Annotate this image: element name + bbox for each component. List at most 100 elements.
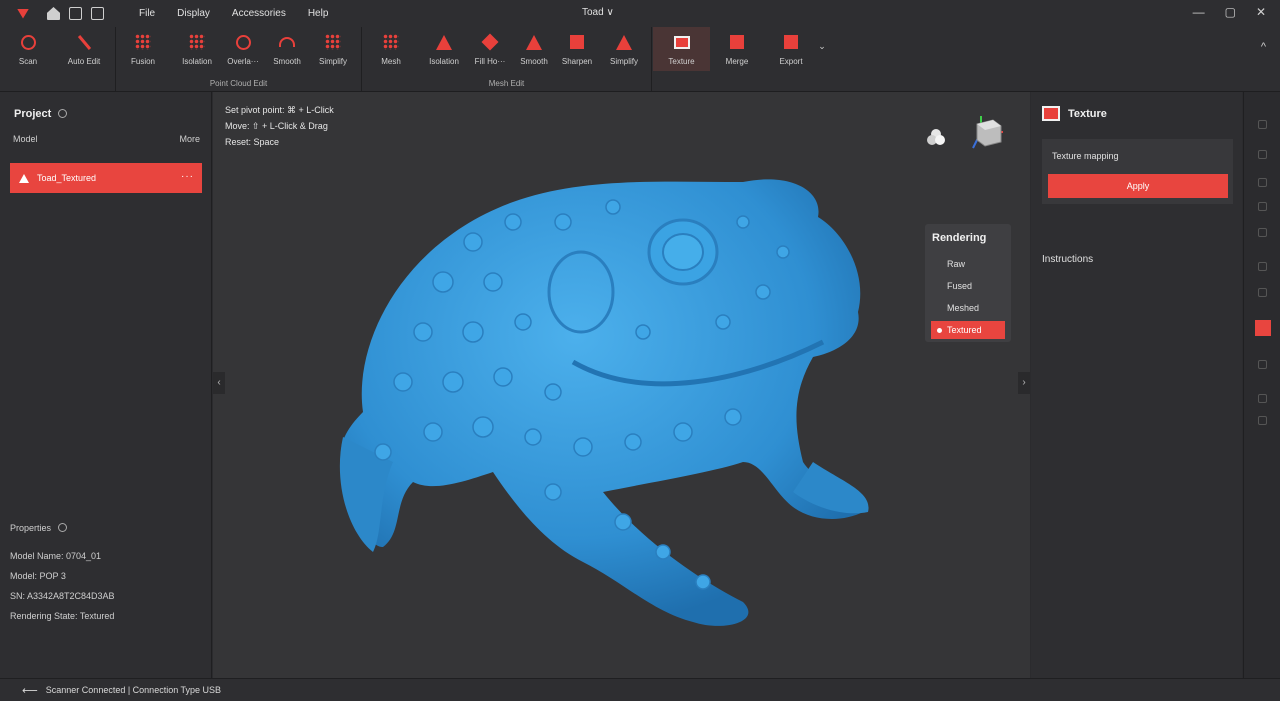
new-project-icon[interactable]	[69, 7, 82, 20]
model-name: Toad_Textured	[37, 173, 97, 183]
more-header: More	[179, 134, 200, 144]
menu-display[interactable]: Display	[166, 8, 221, 19]
mesh-edit-label: Mesh Edit	[488, 79, 525, 88]
warning-icon	[19, 173, 29, 183]
hint-reset: Reset: Space	[225, 137, 280, 147]
menu-help[interactable]: Help	[297, 8, 340, 19]
right-tool-rail	[1243, 92, 1280, 678]
color-swatch-icon[interactable]	[1255, 320, 1271, 336]
tools-group: Texture Merge Export ⌄	[652, 27, 842, 91]
rail-icon-7[interactable]	[1258, 288, 1267, 297]
prop-model: Model: POP 3	[10, 571, 66, 581]
rendering-option-meshed[interactable]: Meshed	[931, 299, 1005, 317]
rendering-title: Rendering	[932, 232, 987, 244]
texture-mapping-card: Texture mapping Apply	[1042, 139, 1233, 204]
hint-pivot: Set pivot point: ⌘ + L-Click	[225, 105, 334, 115]
rendering-panel: Rendering Raw Fused Meshed Textured	[925, 224, 1011, 342]
prop-rendering-state: Rendering State: Textured	[10, 611, 115, 621]
mesh-simplify-icon	[616, 34, 632, 50]
rendering-option-textured[interactable]: Textured	[931, 321, 1005, 339]
smooth-icon	[279, 37, 295, 47]
menu-bar: File Display Accessories Help	[128, 8, 339, 19]
back-arrow-icon[interactable]: ⟵	[22, 684, 38, 697]
properties-title: Properties	[10, 523, 68, 533]
project-panel: Project Model More Toad_Textured ··· Pro…	[0, 92, 212, 678]
pc-simplify-button[interactable]: Simplify	[306, 31, 360, 73]
status-bar: ⟵ Scanner Connected | Connection Type US…	[0, 678, 1280, 701]
ribbon-toolbar: Scan Auto Edit Fusion Isolation Overla··…	[0, 27, 1280, 92]
mesh-edit-group: Mesh Isolation Fill Ho··· Smooth Sharpen…	[362, 27, 652, 91]
collapse-right-panel-button[interactable]: ›	[1018, 372, 1030, 394]
sharpen-icon	[570, 35, 584, 49]
rail-icon-1[interactable]	[1258, 120, 1267, 129]
menu-file[interactable]: File	[128, 8, 166, 19]
window-title[interactable]: Toad ∨	[582, 7, 614, 18]
mesh-button[interactable]: Mesh	[364, 31, 418, 73]
texture-panel: Texture Texture mapping Apply Instructio…	[1031, 92, 1242, 678]
point-cloud-edit-group: Fusion Isolation Overla··· Smooth Simpli…	[116, 27, 362, 91]
rail-icon-2[interactable]	[1258, 150, 1267, 159]
menu-accessories[interactable]: Accessories	[221, 8, 297, 19]
rail-icon-3[interactable]	[1258, 178, 1267, 187]
close-button[interactable]: ✕	[1256, 5, 1266, 19]
open-folder-icon[interactable]	[91, 7, 104, 20]
shading-icon[interactable]	[925, 126, 947, 148]
isolation-icon	[189, 34, 205, 50]
texture-icon	[1042, 106, 1060, 121]
simplify-icon	[325, 34, 341, 50]
scan-button[interactable]: Scan	[1, 31, 55, 73]
mesh-icon	[383, 34, 399, 50]
3d-viewport[interactable]: Set pivot point: ⌘ + L-Click Move: ⇧ + L…	[213, 92, 1030, 678]
hint-move: Move: ⇧ + L-Click & Drag	[225, 121, 328, 131]
rendering-option-raw[interactable]: Raw	[931, 255, 1005, 273]
instructions-label: Instructions	[1042, 254, 1094, 265]
texture-button[interactable]: Texture	[653, 27, 710, 71]
project-title: Project	[14, 108, 68, 120]
model-row-toad-textured[interactable]: Toad_Textured ···	[10, 163, 202, 193]
model-more-button[interactable]: ···	[181, 171, 194, 182]
sharpen-button[interactable]: Sharpen	[550, 31, 604, 73]
fill-holes-icon	[481, 33, 499, 51]
collapse-ribbon-button[interactable]: ^	[1261, 41, 1266, 53]
rail-icon-9[interactable]	[1258, 394, 1267, 403]
overlap-icon	[235, 34, 251, 50]
rail-icon-5[interactable]	[1258, 228, 1267, 237]
fusion-button[interactable]: Fusion	[116, 31, 170, 73]
prop-sn: SN: A3342A8T2C84D3AB	[10, 591, 115, 601]
prop-model-name: Model Name: 0704_01	[10, 551, 102, 561]
more-tools-button[interactable]: ⌄	[802, 41, 842, 83]
rail-icon-10[interactable]	[1258, 416, 1267, 425]
connection-status: Scanner Connected | Connection Type USB	[45, 685, 222, 695]
rail-icon-8[interactable]	[1258, 360, 1267, 369]
app-logo-icon	[17, 8, 29, 19]
export-icon	[784, 35, 798, 49]
rail-icon-4[interactable]	[1258, 202, 1267, 211]
fusion-icon	[135, 34, 151, 50]
rail-icon-6[interactable]	[1258, 262, 1267, 271]
info-icon[interactable]	[58, 109, 68, 118]
merge-icon	[730, 35, 744, 49]
texture-icon	[673, 35, 690, 49]
chevron-down-icon: ⌄	[818, 41, 826, 51]
texture-mapping-label: Texture mapping	[1052, 151, 1119, 161]
mesh-isolation-icon	[436, 34, 452, 50]
model-header: Model	[13, 134, 38, 144]
toad-model[interactable]	[323, 162, 883, 652]
auto-edit-button[interactable]: Auto Edit	[57, 31, 111, 73]
mesh-smooth-icon	[526, 34, 542, 50]
wand-icon	[77, 34, 91, 50]
home-icon[interactable]	[47, 7, 60, 20]
view-cube-icon[interactable]	[971, 114, 1005, 150]
properties-info-icon[interactable]	[58, 523, 68, 532]
minimize-button[interactable]: —	[1193, 5, 1205, 19]
point-cloud-edit-label: Point Cloud Edit	[209, 79, 268, 88]
merge-button[interactable]: Merge	[710, 31, 764, 73]
rendering-option-fused[interactable]: Fused	[931, 277, 1005, 295]
collapse-left-panel-button[interactable]: ‹	[213, 372, 225, 394]
scan-group: Scan Auto Edit	[0, 27, 116, 91]
mesh-simplify-button[interactable]: Simplify	[597, 31, 651, 73]
title-bar: File Display Accessories Help Toad ∨ — ▢…	[0, 0, 1280, 27]
texture-panel-title: Texture	[1042, 106, 1107, 121]
apply-button[interactable]: Apply	[1048, 174, 1228, 198]
maximize-button[interactable]: ▢	[1225, 5, 1236, 19]
